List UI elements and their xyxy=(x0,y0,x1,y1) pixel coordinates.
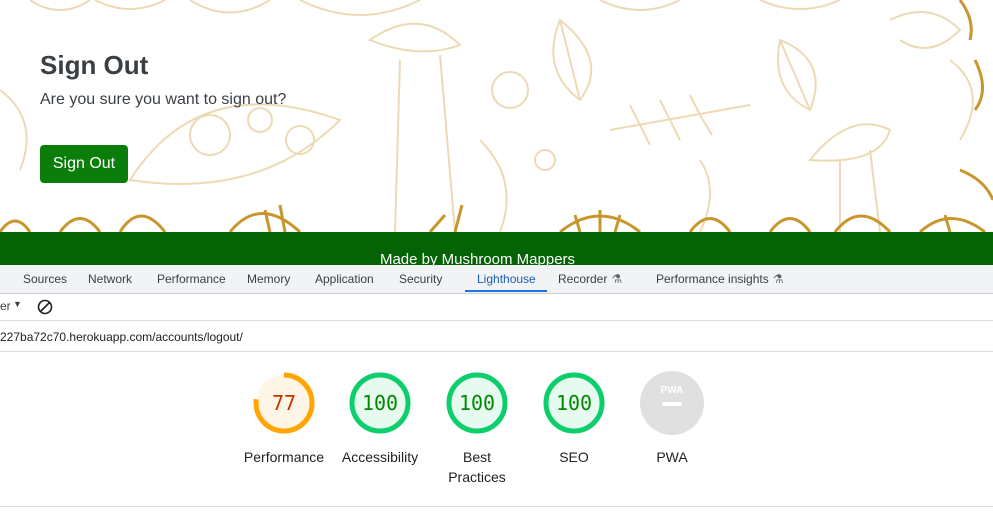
report-selector-label[interactable]: er xyxy=(0,299,11,313)
dropdown-arrow-icon[interactable]: ▼ xyxy=(13,299,22,309)
tab-application[interactable]: Application xyxy=(315,265,374,293)
gauge-value: 77 xyxy=(271,391,297,415)
page-subtitle: Are you sure you want to sign out? xyxy=(40,91,287,108)
tab-performance-insights-label: Performance insights xyxy=(656,272,769,286)
tab-lighthouse[interactable]: Lighthouse xyxy=(477,265,536,293)
gauge-value: 100 xyxy=(458,391,496,415)
tab-recorder-label: Recorder xyxy=(558,272,608,286)
mushroom-background-illustration xyxy=(0,0,993,232)
tab-network[interactable]: Network xyxy=(88,265,132,293)
lighthouse-score-gauges: 77 Performance 100 Accessibility 100 Bes… xyxy=(0,352,993,502)
tab-performance[interactable]: Performance xyxy=(157,265,226,293)
pwa-badge-text: PWA xyxy=(661,385,684,396)
lighthouse-toolbar: er ▼ xyxy=(0,294,993,321)
gauge-value: 100 xyxy=(361,391,399,415)
active-tab-indicator xyxy=(465,290,547,292)
signout-content: Sign Out Are you sure you want to sign o… xyxy=(40,50,286,109)
panel-divider xyxy=(0,506,993,507)
flask-icon: ⚗ xyxy=(611,272,623,286)
gauge-label: Best Practices xyxy=(448,449,506,485)
pwa-badge-icon: PWA xyxy=(640,371,704,435)
page-title: Sign Out xyxy=(40,50,149,80)
tab-memory[interactable]: Memory xyxy=(247,265,290,293)
clear-icon[interactable] xyxy=(37,299,53,315)
tab-sources[interactable]: Sources xyxy=(23,265,67,293)
flask-icon: ⚗ xyxy=(772,272,784,286)
page-footer: Made by Mushroom Mappers xyxy=(0,232,993,266)
report-url: 227ba72c70.herokuapp.com/accounts/logout… xyxy=(0,330,243,344)
tab-security[interactable]: Security xyxy=(399,265,442,293)
tab-recorder[interactable]: Recorder ⚗ xyxy=(558,265,622,293)
gauge-label: Performance xyxy=(243,449,325,465)
sign-out-button[interactable]: Sign Out xyxy=(40,145,128,183)
gauge-value: 100 xyxy=(555,391,593,415)
devtools-tab-bar: Sources Network Performance Memory Appli… xyxy=(0,265,993,294)
signout-page: Sign Out Are you sure you want to sign o… xyxy=(0,0,993,232)
footer-text: Made by Mushroom Mappers xyxy=(379,251,576,266)
gauge-label: SEO xyxy=(559,449,589,465)
report-url-bar: 227ba72c70.herokuapp.com/accounts/logout… xyxy=(0,321,993,352)
gauge-label: PWA xyxy=(656,449,688,465)
gauge-label: Accessibility xyxy=(341,449,419,465)
tab-performance-insights[interactable]: Performance insights ⚗ xyxy=(656,265,783,293)
devtools-panel: Sources Network Performance Memory Appli… xyxy=(0,265,993,522)
